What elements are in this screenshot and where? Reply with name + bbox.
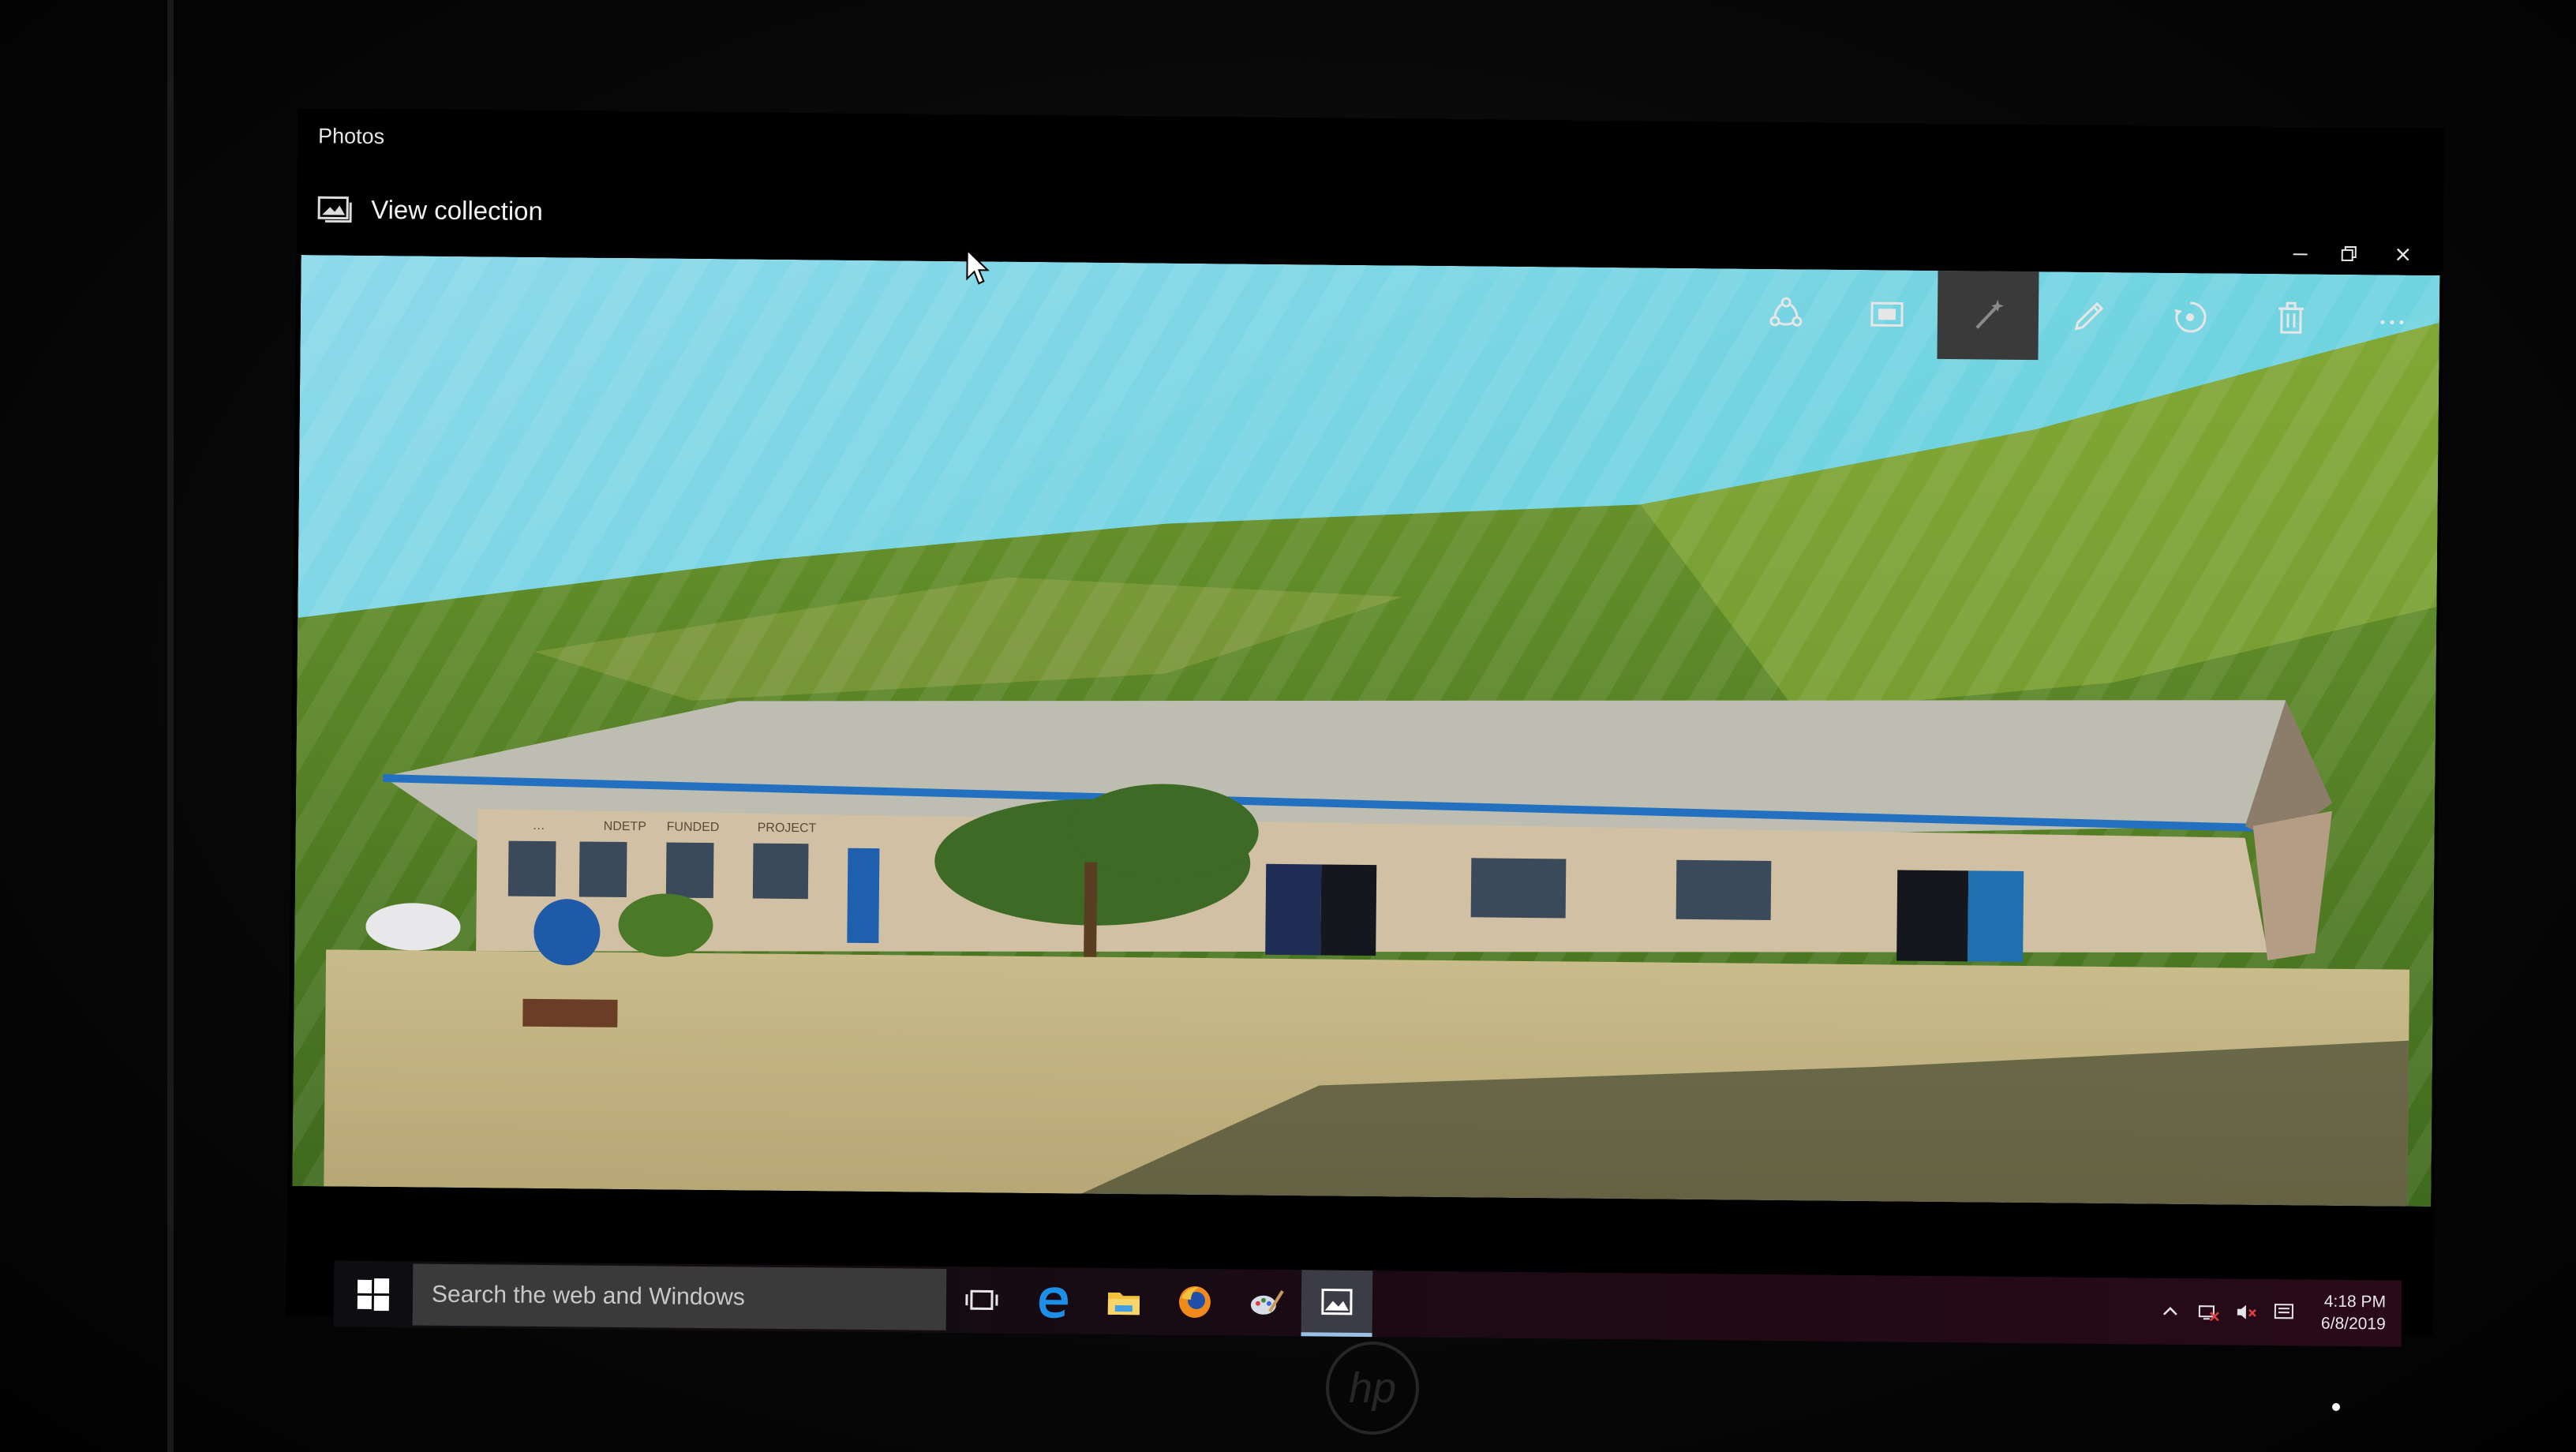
enhance-button[interactable] [1937,270,2039,361]
clock-date: 6/8/2019 [2320,1314,2386,1334]
task-view-button[interactable] [946,1267,1018,1334]
edge-icon [1039,1287,1068,1319]
rotate-button[interactable] [2139,272,2241,361]
photo-viewer-image[interactable]: … NDETP FUNDED PROJECT [292,255,2440,1207]
paint-app-button[interactable] [1230,1269,1302,1336]
trash-icon [2278,301,2305,334]
slideshow-icon [1870,301,1904,327]
mouse-cursor-icon [966,249,990,285]
hp-logo: hp [1326,1342,1419,1435]
firefox-button[interactable] [1159,1269,1231,1336]
view-collection-button[interactable]: View collection [317,184,543,237]
edit-pencil-icon [2074,301,2104,331]
close-icon [2396,248,2409,261]
system-tray: 4:18 PM 6/8/2019 [2159,1289,2402,1336]
windows-logo-icon [357,1278,390,1312]
power-led [2332,1403,2340,1411]
search-placeholder: Search the web and Windows [431,1281,746,1311]
share-button[interactable] [1735,268,1837,357]
minimize-icon [2293,253,2308,256]
clock-time: 4:18 PM [2323,1292,2387,1312]
school-building-photo: … NDETP FUNDED PROJECT [292,255,2440,1207]
slideshow-button[interactable] [1836,270,1938,359]
minimize-button[interactable] [2276,238,2325,270]
close-button[interactable] [2379,238,2428,271]
roof-sign-4: PROJECT [758,821,817,836]
photos-app-icon [1321,1288,1353,1315]
taskbar-search-box[interactable]: Search the web and Windows [412,1263,947,1330]
file-explorer-button[interactable] [1088,1268,1160,1335]
chevron-up-icon[interactable] [2159,1300,2182,1323]
monitor-screen: Photos View collection … NDETP FUNDED PR… [286,107,2445,1347]
photos-window: Photos View collection … NDETP FUNDED PR… [287,107,2445,1218]
roof-sign-3: FUNDED [667,821,720,835]
task-view-icon [965,1289,998,1311]
restore-button[interactable] [2325,238,2374,271]
restore-icon [2341,245,2357,261]
more-icon [2380,320,2404,325]
taskbar-clock[interactable]: 4:18 PM 6/8/2019 [2321,1291,2386,1336]
paint-app-icon [1250,1289,1284,1315]
photos-app-button[interactable] [1301,1270,1373,1338]
start-button[interactable] [334,1260,414,1327]
view-collection-label: View collection [371,194,544,226]
roof-sign-1: … [533,819,545,833]
share-icon [1769,297,1803,327]
monitor-frame-edge [167,0,174,1452]
edge-button[interactable] [1017,1267,1089,1334]
network-icon[interactable] [2196,1300,2220,1323]
roof-sign-2: NDETP [604,820,646,834]
photo-toolbar [1735,268,2443,364]
firefox-icon [1178,1285,1211,1318]
edit-button[interactable] [2038,271,2140,361]
file-explorer-icon [1107,1292,1140,1315]
rotate-icon [2174,301,2207,333]
delete-button[interactable] [2240,274,2342,363]
app-title: Photos [317,124,385,149]
enhance-icon [1975,299,2005,329]
notification-icon[interactable] [2272,1300,2296,1324]
more-button[interactable] [2341,275,2443,364]
gallery-icon [317,196,352,223]
volume-icon[interactable] [2234,1300,2258,1324]
